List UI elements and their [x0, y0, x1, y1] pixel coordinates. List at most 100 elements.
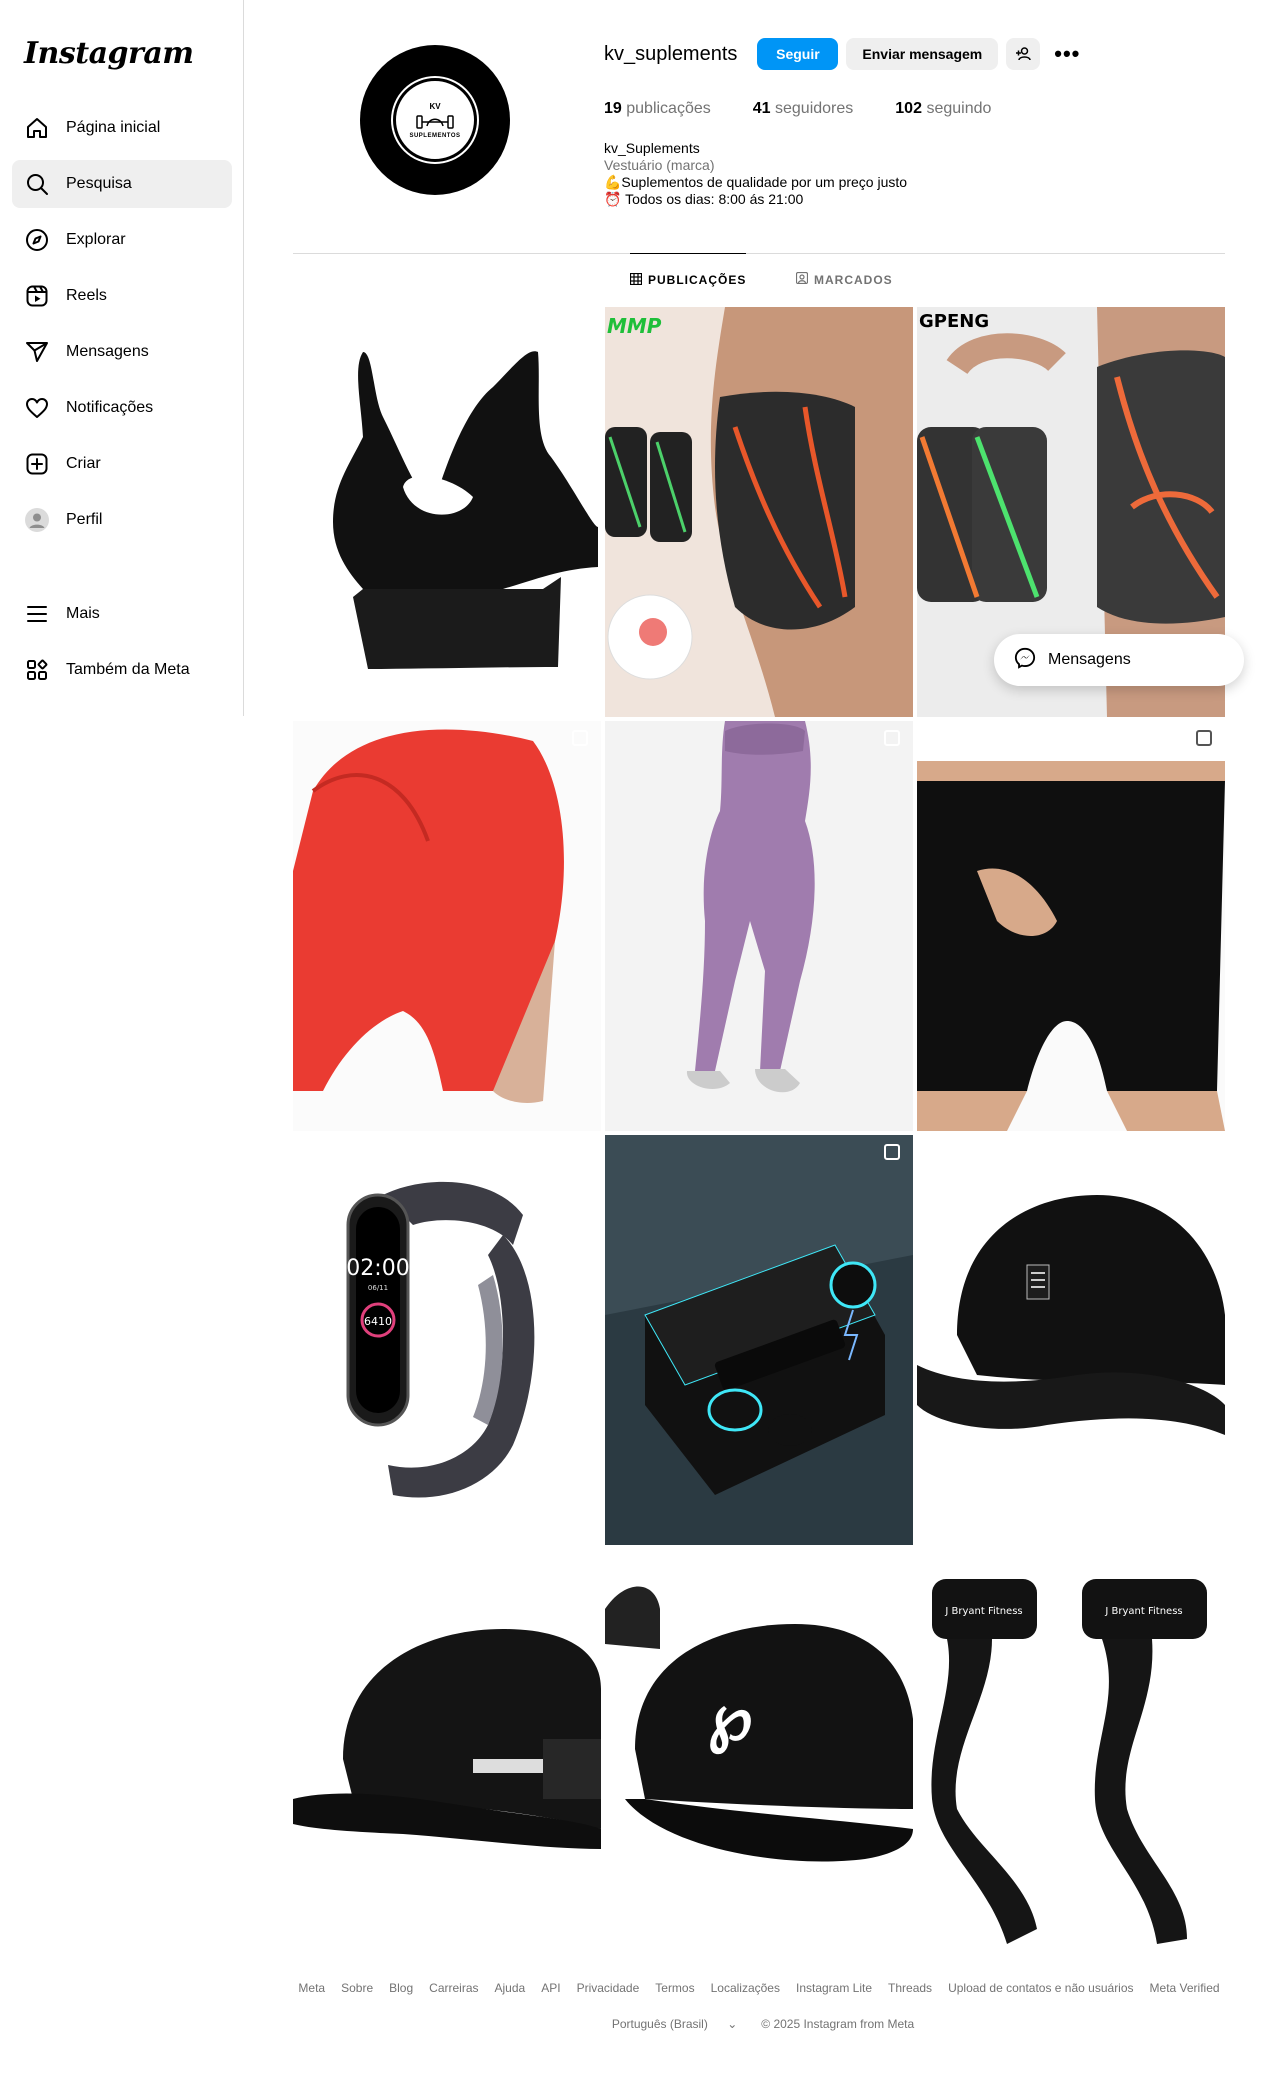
footer-links: Meta Sobre Blog Carreiras Ajuda API Priv…: [293, 1981, 1225, 1995]
send-message-button[interactable]: Enviar mensagem: [846, 38, 999, 70]
suggest-user-button[interactable]: [1006, 38, 1041, 70]
post-tile[interactable]: [917, 1135, 1225, 1545]
sidebar-item-label: Página inicial: [66, 119, 161, 136]
messages-label: Mensagens: [1048, 651, 1131, 668]
avatar-logo: KV SUPLEMENTOS: [393, 78, 477, 162]
posts-count: 19: [604, 100, 622, 117]
purple-leggings-image: [605, 721, 913, 1131]
footer-link[interactable]: Ajuda: [495, 1981, 526, 1995]
chevron-down-icon: ⌄: [727, 2017, 738, 2031]
band-time: 02:00: [346, 1256, 409, 1281]
smart-band-image: 02:00 06/11 6410: [293, 1135, 601, 1545]
sidebar-nav: Página inicial Pesquisa Explorar Reels M…: [12, 104, 232, 552]
footer-link[interactable]: API: [541, 1981, 560, 1995]
sidebar-item-also-from-meta[interactable]: Também da Meta: [12, 646, 232, 694]
brand-text: J Bryant Fitness: [944, 1606, 1022, 1617]
posts-label: publicações: [626, 100, 711, 117]
elbow-sleeve-image: MMP: [605, 307, 913, 717]
followers-label: seguidores: [775, 100, 854, 117]
footer-link[interactable]: Threads: [888, 1981, 932, 1995]
followers-stat[interactable]: 41 seguidores: [753, 100, 854, 118]
instagram-logo[interactable]: Instagram: [24, 36, 194, 71]
footer-link[interactable]: Sobre: [341, 1981, 373, 1995]
sidebar-item-reels[interactable]: Reels: [12, 272, 232, 320]
post-tile[interactable]: [917, 721, 1225, 1131]
profile-username: kv_suplements: [604, 42, 738, 65]
sidebar-item-more[interactable]: Mais: [12, 590, 232, 638]
black-cap-image: [917, 1135, 1225, 1545]
footer-link[interactable]: Upload de contatos e não usuários: [948, 1981, 1133, 1995]
sidebar-item-notifications[interactable]: Notificações: [12, 384, 232, 432]
ny-logo-icon: ℘: [708, 1680, 753, 1755]
brand-text: MMP: [607, 314, 662, 338]
red-shorts-image: [293, 721, 601, 1131]
sidebar-item-messages[interactable]: Mensagens: [12, 328, 232, 376]
avatar-bottom-text: SUPLEMENTOS: [409, 132, 461, 139]
grid-icon: [629, 272, 643, 288]
brand-text: J Bryant Fitness: [1104, 1606, 1182, 1617]
search-icon: [24, 171, 50, 197]
band-date: 06/11: [368, 1284, 388, 1292]
sidebar-item-create[interactable]: Criar: [12, 440, 232, 488]
footer-link[interactable]: Termos: [655, 1981, 694, 1995]
sidebar-item-label: Perfil: [66, 511, 103, 528]
footer-link[interactable]: Localizações: [711, 1981, 780, 1995]
post-tile[interactable]: MMP: [605, 307, 913, 717]
sidebar-bottom: Mais Também da Meta: [12, 590, 232, 702]
sidebar-item-label: Mais: [66, 605, 100, 622]
send-icon: [24, 339, 50, 365]
followers-count: 41: [752, 100, 771, 117]
footer-link[interactable]: Meta: [298, 1981, 325, 1995]
sidebar-item-profile[interactable]: Perfil: [12, 496, 232, 544]
post-tile[interactable]: 02:00 06/11 6410: [293, 1135, 601, 1545]
username-row: kv_suplements Seguir Enviar mensagem •••: [604, 38, 1080, 70]
follow-button[interactable]: Seguir: [757, 38, 839, 70]
post-tile[interactable]: [605, 721, 913, 1131]
tagged-icon: [795, 271, 809, 287]
home-icon: [24, 115, 50, 141]
footer-link[interactable]: Instagram Lite: [796, 1981, 872, 1995]
reels-icon: [24, 283, 50, 309]
sidebar-item-label: Pesquisa: [66, 175, 132, 192]
band-steps: 6410: [364, 1315, 392, 1328]
language-label: Português (Brasil): [611, 2017, 708, 2031]
bio-line: 💪Suplementos de qualidade por um preço j…: [604, 174, 908, 190]
footer-link[interactable]: Privacidade: [577, 1981, 640, 1995]
sidebar-item-label: Explorar: [66, 231, 126, 248]
footer-link[interactable]: Meta Verified: [1150, 1981, 1220, 1995]
sidebar-item-explore[interactable]: Explorar: [12, 216, 232, 264]
post-tile[interactable]: [293, 721, 601, 1131]
sidebar-item-home[interactable]: Página inicial: [12, 104, 232, 152]
sidebar-item-label: Criar: [66, 455, 101, 472]
post-tile[interactable]: [293, 307, 601, 717]
bio-line: ⏰ Todos os dias: 8:00 ás 21:00: [604, 191, 804, 207]
menu-icon: [24, 601, 50, 627]
add-user-icon: [1016, 47, 1031, 61]
footer-link[interactable]: Blog: [389, 1981, 413, 1995]
post-tile[interactable]: ℘: [605, 1549, 913, 1959]
footer-link[interactable]: Carreiras: [429, 1981, 478, 1995]
sidebar-item-label: Reels: [66, 287, 107, 304]
following-label: seguindo: [926, 100, 992, 117]
post-tile[interactable]: [293, 1549, 601, 1959]
post-tile[interactable]: J Bryant Fitness J Bryant Fitness: [917, 1549, 1225, 1959]
more-options-icon[interactable]: •••: [1054, 41, 1080, 67]
mesh-cap-image: [293, 1549, 601, 1959]
tab-label: PUBLICAÇÕES: [648, 273, 747, 287]
sidebar: Instagram Página inicial Pesquisa Explor…: [0, 0, 244, 716]
tab-posts[interactable]: PUBLICAÇÕES: [629, 253, 747, 306]
profile-category: Vestuário (marca): [604, 157, 715, 173]
tab-tagged[interactable]: MARCADOS: [795, 253, 893, 306]
language-selector[interactable]: Português (Brasil) ⌄: [604, 2017, 745, 2031]
post-tile[interactable]: [605, 1135, 913, 1545]
avatar-top-text: KV: [429, 101, 441, 111]
sports-bra-image: [333, 351, 598, 669]
brand-text: GPENG: [919, 311, 989, 332]
messages-floating-button[interactable]: Mensagens: [994, 634, 1244, 686]
messenger-icon: [1014, 647, 1036, 674]
copyright: © 2025 Instagram from Meta: [761, 2017, 915, 2031]
profile-avatar[interactable]: KV SUPLEMENTOS: [360, 45, 510, 195]
sidebar-item-search[interactable]: Pesquisa: [12, 160, 232, 208]
dumbbell-icon: [416, 114, 454, 129]
following-stat[interactable]: 102 seguindo: [895, 100, 991, 118]
